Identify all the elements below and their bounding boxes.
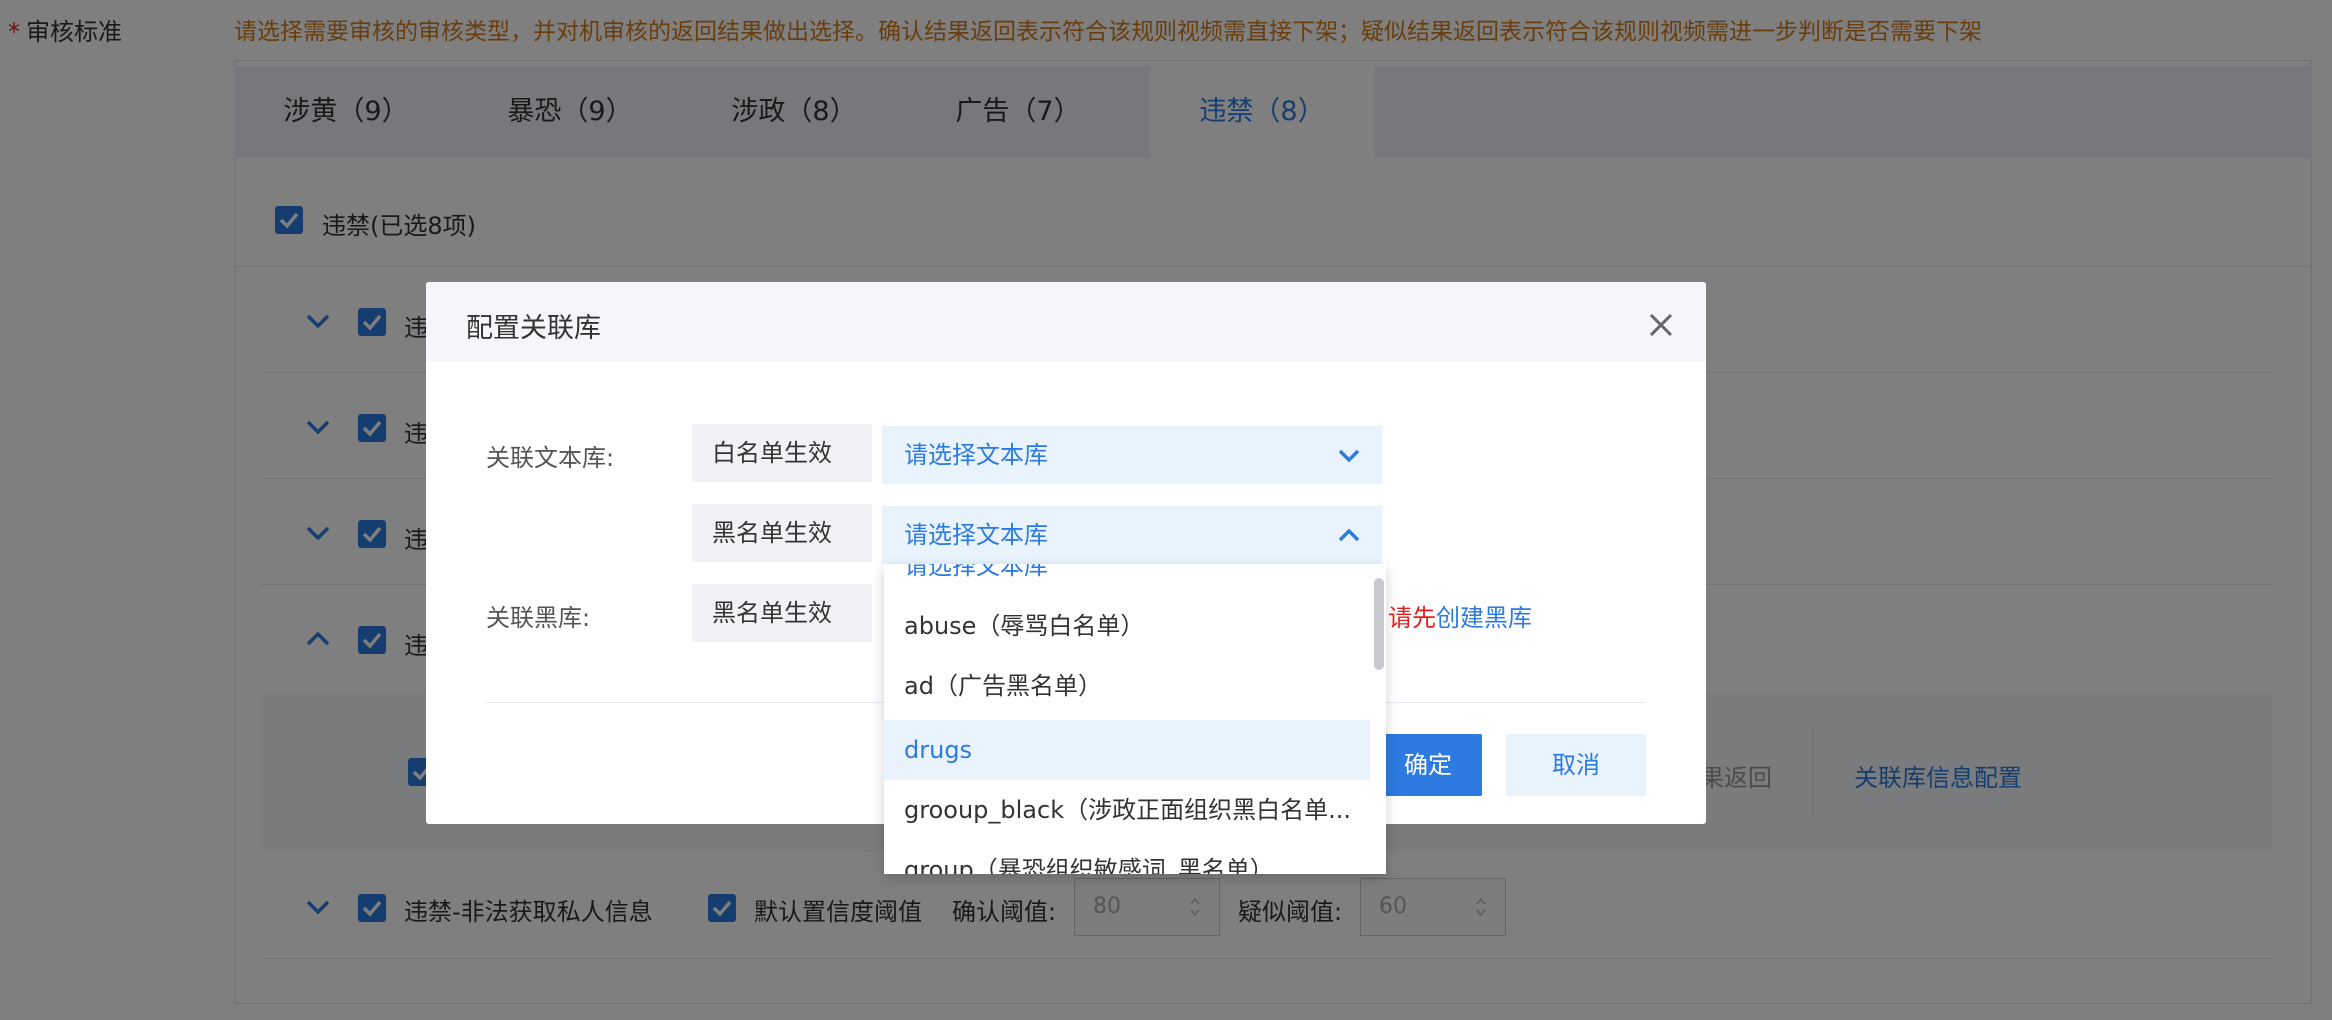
create-black-library-hint: 请先创建黑库 (1388, 598, 1532, 633)
dropdown-option-ad[interactable]: ad（广告黑名单） (884, 656, 1370, 716)
library-dropdown-menu: 请选择文本库 abuse（辱骂白名单） ad（广告黑名单） drugs groo… (884, 564, 1386, 874)
create-hint-text: 请先 (1388, 604, 1436, 632)
dropdown-option-drugs[interactable]: drugs (884, 720, 1370, 780)
close-icon[interactable] (1646, 310, 1676, 340)
black-library-label: 关联黑库: (486, 604, 591, 632)
select-placeholder: 请选择文本库 (904, 441, 1048, 469)
chevron-up-icon (1338, 528, 1360, 542)
dropdown-option-abuse[interactable]: abuse（辱骂白名单） (884, 596, 1370, 656)
chevron-down-icon (1338, 449, 1360, 463)
black-library-effect-tag: 黑名单生效 (692, 584, 872, 642)
dropdown-option-group[interactable]: group（暴恐组织敏感词_黑名单） (884, 840, 1370, 874)
dropdown-scrollbar[interactable] (1374, 578, 1384, 670)
text-library-label: 关联文本库: (486, 444, 615, 472)
dropdown-option-grooup-black[interactable]: grooup_black（涉政正面组织黑白名单... (884, 780, 1370, 840)
blacklist-effect-tag: 黑名单生效 (692, 504, 872, 562)
create-black-library-link[interactable]: 创建黑库 (1436, 604, 1532, 632)
dropdown-option-placeholder[interactable]: 请选择文本库 (884, 564, 1370, 596)
whitelist-effect-tag: 白名单生效 (692, 424, 872, 482)
select-placeholder: 请选择文本库 (904, 521, 1048, 549)
modal-title: 配置关联库 (466, 313, 601, 344)
modal-header (426, 282, 1706, 362)
cancel-button[interactable]: 取消 (1506, 734, 1646, 796)
confirm-button[interactable]: 确定 (1374, 734, 1482, 796)
blacklist-library-select[interactable]: 请选择文本库 (882, 506, 1382, 564)
whitelist-library-select[interactable]: 请选择文本库 (882, 426, 1382, 484)
